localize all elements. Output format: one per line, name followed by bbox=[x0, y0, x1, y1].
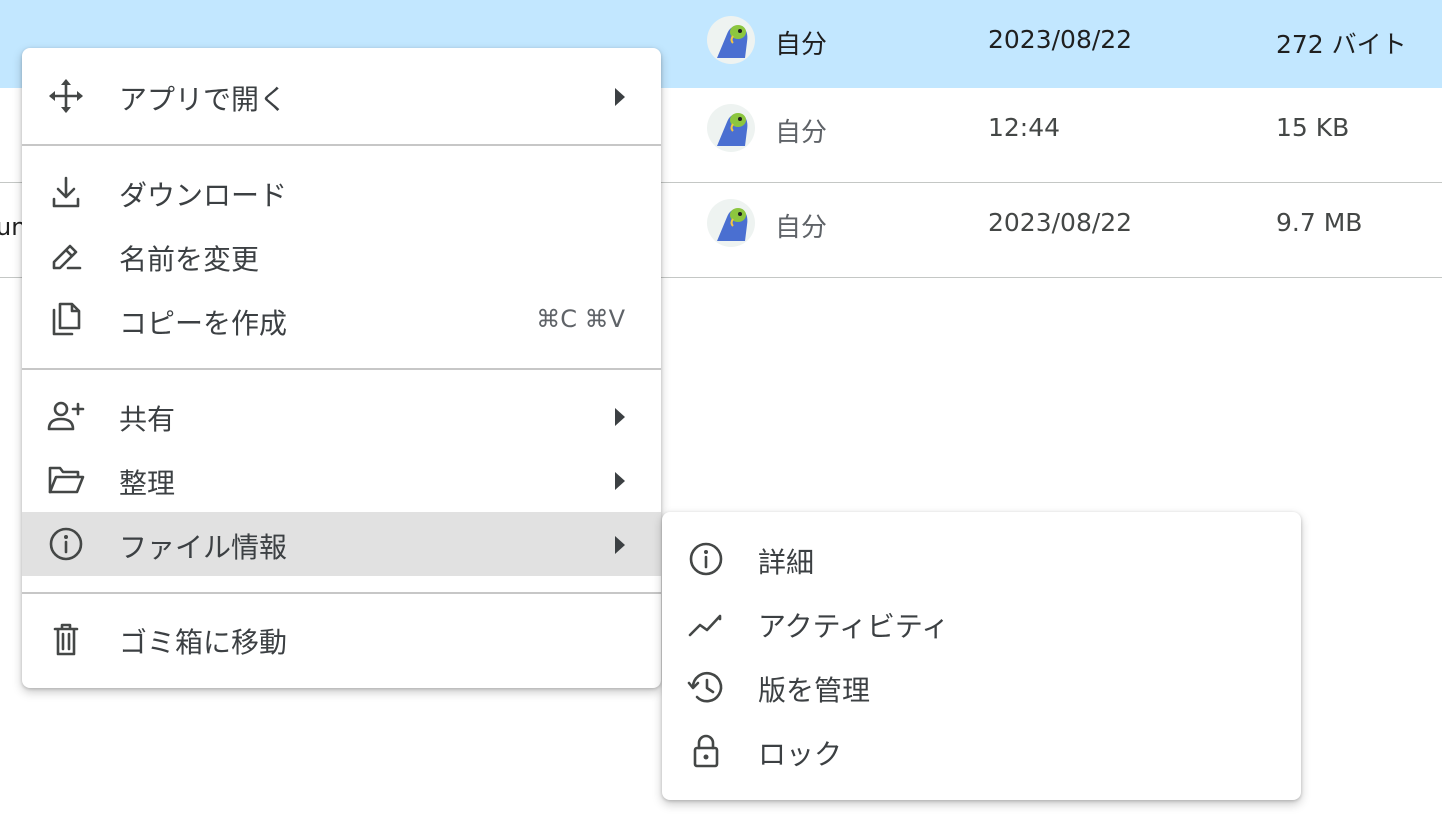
info-icon bbox=[46, 526, 86, 562]
menu-item-lock[interactable]: ロック bbox=[662, 719, 1301, 783]
info-icon bbox=[686, 541, 726, 577]
file-size: 272 バイト bbox=[1276, 30, 1407, 59]
owner-avatar bbox=[707, 16, 755, 64]
menu-item-label: ダウンロード bbox=[119, 179, 288, 212]
submenu-arrow-icon bbox=[615, 408, 625, 426]
menu-item-label: ファイル情報 bbox=[119, 531, 288, 564]
menu-item-details[interactable]: 詳細 bbox=[662, 527, 1301, 591]
activity-icon bbox=[686, 605, 726, 641]
owner: 自分 bbox=[775, 118, 828, 148]
file-info-submenu: 詳細 アクティビティ 版を管理 ロック bbox=[662, 512, 1301, 800]
menu-item-label: 詳細 bbox=[758, 546, 815, 579]
history-icon bbox=[686, 669, 726, 705]
keyboard-shortcut: ⌘C ⌘V bbox=[536, 305, 625, 333]
owner-avatar bbox=[707, 104, 755, 152]
menu-item-label: コピーを作成 bbox=[119, 307, 288, 340]
menu-item-label: アプリで開く bbox=[119, 83, 288, 116]
file-size: 15 KB bbox=[1276, 113, 1350, 142]
menu-item-trash[interactable]: ゴミ箱に移動 bbox=[22, 607, 661, 671]
menu-item-label: 版を管理 bbox=[758, 674, 871, 707]
menu-item-label: ロック bbox=[758, 738, 843, 771]
menu-item-label: 共有 bbox=[119, 403, 176, 436]
download-icon bbox=[46, 174, 86, 210]
menu-item-label: アクティビティ bbox=[758, 610, 950, 643]
menu-item-share[interactable]: 共有 bbox=[22, 384, 661, 448]
submenu-arrow-icon bbox=[615, 472, 625, 490]
menu-item-activity[interactable]: アクティビティ bbox=[662, 591, 1301, 655]
move-icon bbox=[46, 78, 86, 114]
menu-item-make-copy[interactable]: コピーを作成 ⌘C ⌘V bbox=[22, 288, 661, 352]
menu-item-file-info[interactable]: ファイル情報 bbox=[22, 512, 661, 576]
menu-item-label: 名前を変更 bbox=[119, 243, 260, 276]
submenu-arrow-icon bbox=[615, 536, 625, 554]
person-add-icon bbox=[46, 398, 86, 434]
trash-icon bbox=[46, 621, 86, 657]
menu-item-manage-versions[interactable]: 版を管理 bbox=[662, 655, 1301, 719]
menu-item-download[interactable]: ダウンロード bbox=[22, 160, 661, 224]
folder-open-icon bbox=[46, 462, 86, 498]
menu-divider bbox=[22, 144, 661, 146]
modified-date: 2023/08/22 bbox=[988, 208, 1133, 237]
file-size: 9.7 MB bbox=[1276, 208, 1363, 237]
context-menu: アプリで開く ダウンロード 名前を変更 コピーを作成 ⌘C ⌘V 共有 整理 フ… bbox=[22, 48, 661, 688]
submenu-arrow-icon bbox=[615, 88, 625, 106]
menu-divider bbox=[22, 592, 661, 594]
menu-item-organize[interactable]: 整理 bbox=[22, 448, 661, 512]
menu-item-open-with[interactable]: アプリで開く bbox=[22, 64, 661, 128]
owner-avatar bbox=[707, 199, 755, 247]
modified-date: 2023/08/22 bbox=[988, 25, 1133, 54]
menu-item-label: ゴミ箱に移動 bbox=[119, 626, 288, 659]
rename-pen-icon bbox=[46, 238, 86, 274]
owner: 自分 bbox=[775, 30, 828, 60]
owner: 自分 bbox=[775, 213, 828, 243]
modified-date: 12:44 bbox=[988, 113, 1061, 142]
lock-icon bbox=[686, 733, 726, 769]
copy-icon bbox=[46, 302, 86, 338]
menu-divider bbox=[22, 368, 661, 370]
menu-item-label: 整理 bbox=[119, 467, 176, 500]
menu-item-rename[interactable]: 名前を変更 bbox=[22, 224, 661, 288]
